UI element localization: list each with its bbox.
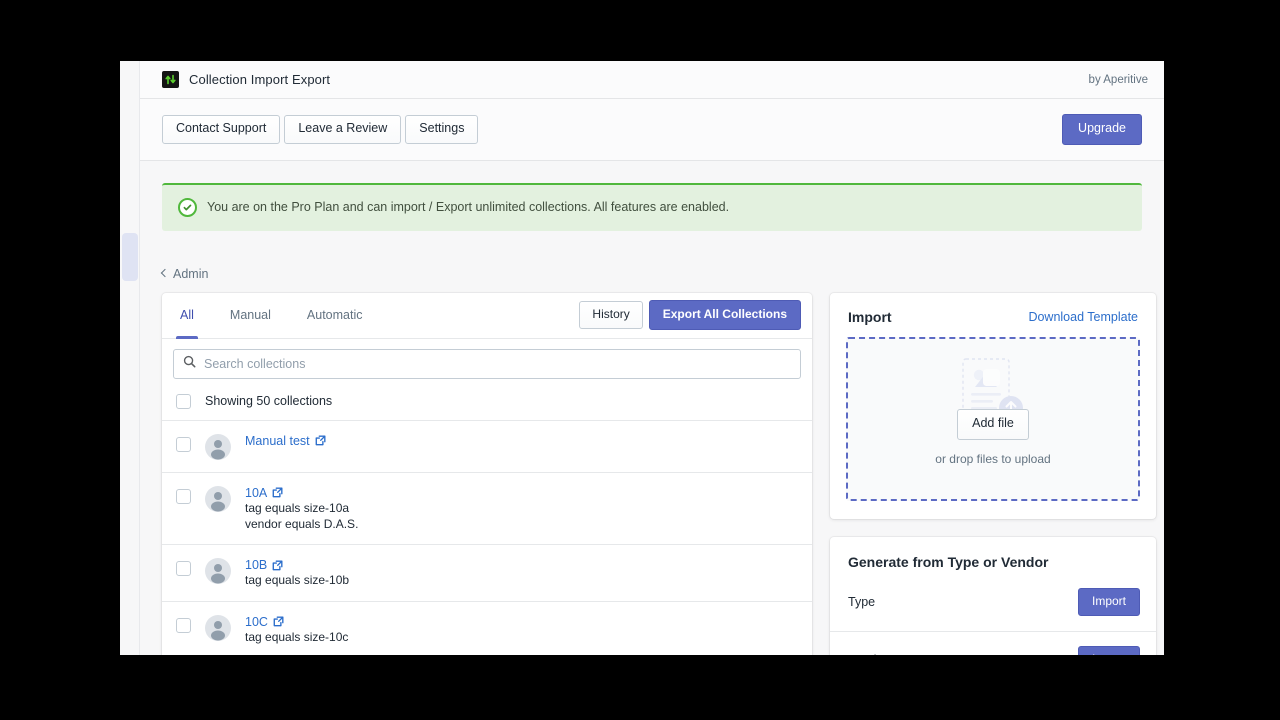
row-checkbox[interactable]: [176, 437, 191, 452]
check-circle-icon: [178, 198, 197, 217]
vendor-label: Vendor: [848, 653, 888, 655]
chevron-left-icon: [161, 269, 169, 277]
app-action-bar: Contact Support Leave a Review Settings …: [140, 99, 1164, 161]
tab-automatic[interactable]: Automatic: [289, 293, 381, 338]
external-link-icon: [272, 487, 283, 498]
plan-status-banner: You are on the Pro Plan and can import /…: [162, 183, 1142, 231]
external-link-icon: [273, 616, 284, 627]
collections-list-header: Showing 50 collections: [162, 388, 812, 421]
table-row[interactable]: 10C tag equals size-10c: [162, 602, 812, 655]
collection-link[interactable]: Manual test: [245, 434, 326, 448]
collection-name: 10C: [245, 615, 268, 629]
showing-count-label: Showing 50 collections: [205, 394, 332, 408]
contact-support-button[interactable]: Contact Support: [162, 115, 280, 144]
collection-link[interactable]: 10B: [245, 558, 349, 572]
page-left-gutter: [120, 61, 140, 655]
table-row[interactable]: 10A tag equals size-10a vendor equ: [162, 473, 812, 546]
plan-status-text: You are on the Pro Plan and can import /…: [207, 198, 729, 216]
browser-viewport: Collection Import Export by Aperitive Co…: [120, 61, 1164, 655]
import-card: Import Download Template: [830, 293, 1156, 519]
external-link-icon: [272, 560, 283, 571]
page-content: You are on the Pro Plan and can import /…: [140, 161, 1164, 655]
collection-rule: tag equals size-10b: [245, 573, 349, 588]
app-page: Collection Import Export by Aperitive Co…: [140, 61, 1164, 655]
external-link-icon: [315, 435, 326, 446]
drop-files-hint: or drop files to upload: [935, 452, 1050, 466]
avatar: [205, 434, 231, 460]
import-title: Import: [848, 309, 892, 325]
collections-card: All Manual Automatic History Export All …: [162, 293, 812, 656]
row-body: Manual test: [245, 433, 326, 448]
back-link-label: Admin: [173, 267, 208, 281]
collections-column: All Manual Automatic History Export All …: [162, 293, 812, 656]
search-input[interactable]: [204, 357, 791, 371]
search-icon: [183, 355, 196, 373]
leave-a-review-button[interactable]: Leave a Review: [284, 115, 401, 144]
upgrade-button[interactable]: Upgrade: [1062, 114, 1142, 145]
import-type-button[interactable]: Import: [1078, 588, 1140, 616]
screenshot-stage: Collection Import Export by Aperitive Co…: [0, 0, 1280, 720]
generate-title: Generate from Type or Vendor: [830, 537, 1156, 574]
collection-rule: tag equals size-10c: [245, 630, 348, 645]
collection-name: 10B: [245, 558, 267, 572]
collection-name: 10A: [245, 486, 267, 500]
avatar: [205, 558, 231, 584]
export-all-collections-button[interactable]: Export All Collections: [649, 300, 801, 330]
collections-toolbar: All Manual Automatic History Export All …: [162, 293, 812, 339]
row-checkbox[interactable]: [176, 561, 191, 576]
search-box[interactable]: [173, 349, 801, 379]
collection-rule: tag equals size-10a: [245, 501, 358, 516]
generate-card: Generate from Type or Vendor Type Import…: [830, 537, 1156, 656]
table-row[interactable]: Manual test: [162, 421, 812, 473]
table-row[interactable]: 10B tag equals size-10b: [162, 545, 812, 601]
app-header-bar: Collection Import Export by Aperitive: [140, 61, 1164, 99]
row-body: 10C tag equals size-10c: [245, 614, 348, 645]
import-header: Import Download Template: [830, 293, 1156, 337]
type-label: Type: [848, 595, 875, 609]
app-title: Collection Import Export: [189, 72, 330, 87]
download-template-link[interactable]: Download Template: [1028, 310, 1138, 324]
avatar: [205, 615, 231, 641]
select-all-checkbox[interactable]: [176, 394, 191, 409]
collapsed-nav-chip[interactable]: [122, 233, 138, 281]
back-to-admin-link[interactable]: Admin: [162, 267, 208, 281]
side-column: Import Download Template: [830, 293, 1156, 656]
avatar: [205, 486, 231, 512]
collections-toolbar-actions: History Export All Collections: [579, 300, 801, 330]
collection-tabs: All Manual Automatic: [162, 293, 381, 338]
import-export-arrows-icon: [162, 71, 179, 88]
tab-manual[interactable]: Manual: [212, 293, 289, 338]
collection-link[interactable]: 10A: [245, 486, 358, 500]
file-dropzone[interactable]: Add file or drop files to upload: [846, 337, 1140, 501]
collection-rule: vendor equals D.A.S.: [245, 517, 358, 532]
search-area: [162, 339, 812, 388]
app-byline: by Aperitive: [1089, 74, 1148, 86]
app-identity: Collection Import Export: [162, 71, 330, 88]
tab-all[interactable]: All: [162, 293, 212, 338]
collection-name: Manual test: [245, 434, 310, 448]
history-button[interactable]: History: [579, 301, 642, 329]
secondary-actions: Contact Support Leave a Review Settings: [162, 115, 482, 144]
add-file-button[interactable]: Add file: [957, 409, 1029, 440]
generate-row-vendor: Vendor Import: [830, 632, 1156, 655]
collection-link[interactable]: 10C: [245, 615, 348, 629]
import-vendor-button[interactable]: Import: [1078, 646, 1140, 655]
settings-button[interactable]: Settings: [405, 115, 478, 144]
content-columns: All Manual Automatic History Export All …: [162, 293, 1142, 656]
row-checkbox[interactable]: [176, 618, 191, 633]
row-body: 10A tag equals size-10a vendor equ: [245, 485, 358, 533]
row-checkbox[interactable]: [176, 489, 191, 504]
row-body: 10B tag equals size-10b: [245, 557, 349, 588]
generate-row-type: Type Import: [830, 574, 1156, 632]
